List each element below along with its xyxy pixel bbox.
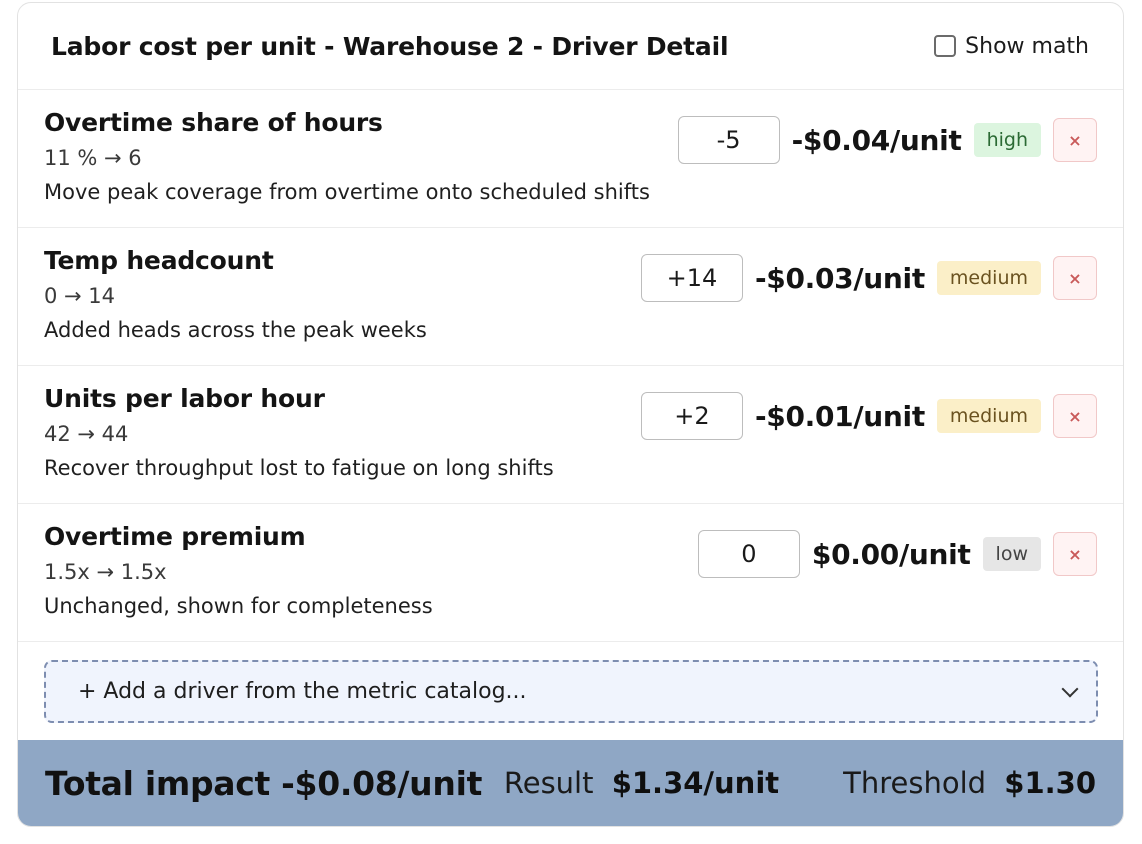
result-value: $1.34/unit	[611, 766, 780, 800]
driver-impact: -$0.04/unit	[791, 123, 962, 157]
driver-row: Overtime premium 1.5x → 1.5x Unchanged, …	[18, 504, 1123, 642]
threshold-label: Threshold	[843, 766, 987, 800]
driver-impact: $0.00/unit	[811, 537, 971, 571]
close-icon: ×	[1068, 268, 1082, 288]
driver-adjustment-input[interactable]: +2	[640, 392, 743, 440]
card-header: Labor cost per unit - Warehouse 2 - Driv…	[18, 3, 1123, 90]
add-driver-label: + Add a driver from the metric catalog..…	[78, 679, 527, 704]
driver-row: Overtime share of hours 11 % → 6 Move pe…	[18, 90, 1123, 228]
total-impact: Total impact -$0.08/unit	[45, 763, 483, 803]
close-icon: ×	[1068, 406, 1082, 426]
driver-description: Added heads across the peak weeks	[44, 318, 427, 342]
driver-description: Recover throughput lost to fatigue on lo…	[44, 456, 554, 480]
chevron-down-icon	[1061, 680, 1079, 697]
add-driver-select[interactable]: + Add a driver from the metric catalog..…	[44, 660, 1098, 723]
close-icon: ×	[1068, 544, 1082, 564]
confidence-badge: high	[973, 123, 1041, 157]
summary-footer: Total impact -$0.08/unit Result $1.34/un…	[18, 740, 1123, 826]
remove-driver-button[interactable]: ×	[1053, 256, 1097, 300]
driver-detail-card: Labor cost per unit - Warehouse 2 - Driv…	[17, 2, 1124, 827]
threshold-value: $1.30	[1004, 766, 1096, 800]
confidence-badge: medium	[936, 399, 1041, 433]
driver-row: Temp headcount 0 → 14 Added heads across…	[18, 228, 1123, 366]
confidence-badge: low	[982, 537, 1041, 571]
close-icon: ×	[1068, 130, 1082, 150]
add-driver-row: + Add a driver from the metric catalog..…	[18, 642, 1123, 743]
driver-description: Unchanged, shown for completeness	[44, 594, 433, 618]
driver-adjustment-input[interactable]: 0	[697, 530, 800, 578]
driver-controls: +2 -$0.01/unit medium ×	[640, 392, 1097, 440]
remove-driver-button[interactable]: ×	[1053, 532, 1097, 576]
driver-adjustment-input[interactable]: +14	[640, 254, 743, 302]
driver-row: Units per labor hour 42 → 44 Recover thr…	[18, 366, 1123, 504]
show-math-label: Show math	[965, 33, 1089, 59]
driver-controls: 0 $0.00/unit low ×	[697, 530, 1097, 578]
driver-controls: -5 -$0.04/unit high ×	[677, 116, 1097, 164]
remove-driver-button[interactable]: ×	[1053, 394, 1097, 438]
driver-description: Move peak coverage from overtime onto sc…	[44, 180, 650, 204]
driver-impact: -$0.01/unit	[754, 399, 925, 433]
remove-driver-button[interactable]: ×	[1053, 118, 1097, 162]
show-math-checkbox[interactable]	[934, 35, 957, 57]
driver-impact: -$0.03/unit	[754, 261, 925, 295]
page-title: Labor cost per unit - Warehouse 2 - Driv…	[51, 31, 729, 61]
driver-controls: +14 -$0.03/unit medium ×	[640, 254, 1097, 302]
threshold-summary: Threshold $1.30	[843, 766, 1096, 800]
result-label: Result	[503, 766, 594, 800]
confidence-badge: medium	[936, 261, 1041, 295]
driver-adjustment-input[interactable]: -5	[677, 116, 780, 164]
show-math-toggle[interactable]: Show math	[934, 34, 1089, 59]
result-summary: Result $1.34/unit	[504, 766, 779, 800]
